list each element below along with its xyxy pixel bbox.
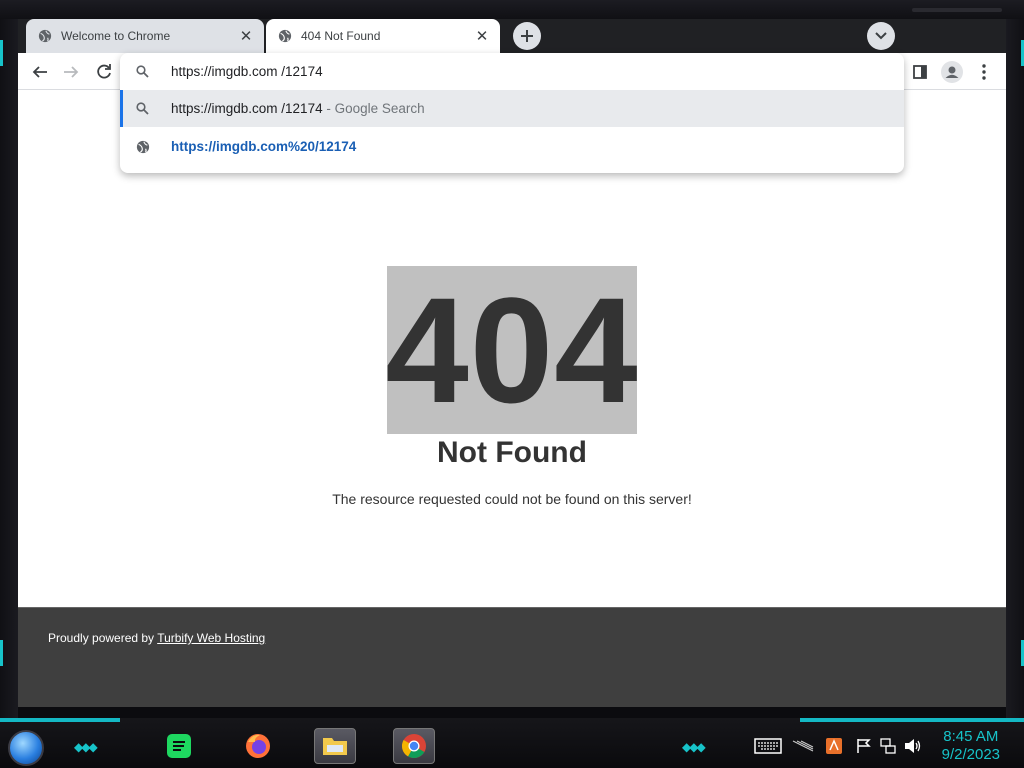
- decor-chevrons: ◆◆◆: [682, 740, 706, 754]
- system-clock[interactable]: 8:45 AM 9/2/2023: [942, 728, 1000, 764]
- frame-accent: [0, 640, 3, 666]
- error-code: 404: [385, 266, 639, 434]
- keyboard-icon[interactable]: [754, 738, 782, 754]
- tab-404[interactable]: 404 Not Found ✕: [266, 19, 500, 53]
- taskbar-file-explorer[interactable]: [314, 728, 356, 764]
- side-panel-button[interactable]: [907, 59, 933, 85]
- address-input[interactable]: https://imgdb.com /12174: [171, 64, 323, 79]
- clock-time: 8:45 AM: [943, 728, 999, 745]
- globe-icon: [136, 140, 150, 154]
- side-panel-icon: [913, 65, 927, 79]
- decor-chevrons: ◆◆◆: [74, 740, 98, 754]
- plus-icon: [521, 30, 533, 42]
- page-footer: Proudly powered by Turbify Web Hosting: [18, 607, 1006, 707]
- tab-title: Welcome to Chrome: [61, 29, 171, 43]
- tab-strip: Welcome to Chrome ✕ 404 Not Found ✕: [18, 19, 1006, 53]
- reload-icon: [97, 64, 111, 79]
- suggestion-text: https://imgdb.com /12174 - Google Search: [171, 101, 425, 116]
- globe-icon: [38, 29, 52, 43]
- close-icon[interactable]: ✕: [474, 28, 490, 45]
- omnibox-dropdown: https://imgdb.com /12174 https://imgdb.c…: [120, 53, 904, 173]
- address-bar[interactable]: https://imgdb.com /12174: [120, 53, 904, 90]
- globe-icon: [278, 29, 292, 43]
- page-title: Not Found: [437, 436, 587, 469]
- footer-link[interactable]: Turbify Web Hosting: [157, 631, 265, 645]
- taskbar-accent: [800, 718, 1024, 722]
- chrome-icon: [401, 734, 426, 759]
- profile-button[interactable]: [939, 59, 965, 85]
- taskbar-chrome[interactable]: [393, 728, 435, 764]
- suggestion-suffix: - Google Search: [322, 101, 425, 116]
- tab-title: 404 Not Found: [301, 29, 381, 43]
- desktop-frame-right: [1006, 19, 1024, 719]
- error-message: The resource requested could not be foun…: [332, 491, 692, 507]
- footer-text: Proudly powered by Turbify Web Hosting: [48, 631, 265, 645]
- taskbar: ◆◆◆ ◆◆◆ 8:45 AM 9/2/2023: [0, 718, 1024, 768]
- folder-icon: [323, 738, 347, 755]
- browser-window: Welcome to Chrome ✕ 404 Not Found ✕ http…: [18, 19, 1006, 707]
- spotify-icon: [167, 734, 191, 758]
- profile-icon: [941, 61, 963, 83]
- back-button[interactable]: [27, 59, 53, 85]
- tab-search-button[interactable]: [867, 22, 895, 50]
- suggestion-url[interactable]: https://imgdb.com%20/12174: [120, 128, 904, 165]
- arrow-left-icon: [32, 66, 47, 78]
- arrow-right-icon: [64, 66, 79, 78]
- start-button[interactable]: [8, 730, 44, 766]
- search-icon: [136, 65, 149, 78]
- more-vert-icon: [982, 64, 986, 80]
- forward-button[interactable]: [58, 59, 84, 85]
- taskbar-firefox[interactable]: [237, 728, 279, 764]
- footer-prefix: Proudly powered by: [48, 631, 158, 645]
- flag-icon[interactable]: [856, 738, 872, 754]
- desktop-frame-top: [0, 0, 1024, 19]
- chevron-down-icon: [875, 32, 887, 40]
- suggestion-search[interactable]: https://imgdb.com /12174 - Google Search: [120, 90, 904, 127]
- tray-arrow-icon[interactable]: [792, 738, 814, 754]
- suggestion-query: https://imgdb.com /12174: [171, 101, 323, 116]
- app-tray-icon[interactable]: [826, 738, 842, 754]
- new-tab-button[interactable]: [513, 22, 541, 50]
- volume-icon[interactable]: [904, 738, 922, 754]
- firefox-icon: [246, 734, 270, 758]
- frame-accent: [0, 40, 3, 66]
- network-icon[interactable]: [880, 738, 896, 754]
- clock-date: 9/2/2023: [941, 746, 1000, 763]
- reload-button[interactable]: [91, 59, 117, 85]
- tab-welcome[interactable]: Welcome to Chrome ✕: [26, 19, 264, 53]
- search-icon: [136, 102, 149, 115]
- taskbar-spotify[interactable]: [158, 728, 200, 764]
- suggestion-url-text: https://imgdb.com%20/12174: [171, 139, 357, 154]
- close-icon[interactable]: ✕: [238, 28, 254, 45]
- desktop-frame-left: [0, 19, 18, 719]
- taskbar-accent: [0, 718, 120, 722]
- menu-button[interactable]: [971, 59, 997, 85]
